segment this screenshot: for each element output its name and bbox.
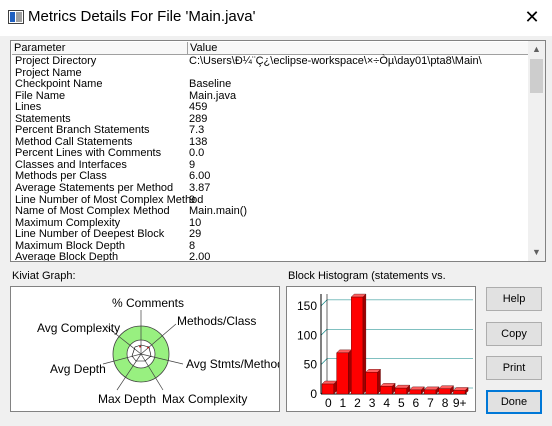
- table-row[interactable]: Name of Most Complex Method Main.main(): [12, 206, 529, 218]
- kiviat-graph: • • % Comments Methods/Class Avg Stmts/M…: [10, 286, 280, 412]
- table-row[interactable]: Project Directory C:\Users\Ð¼¨Ç¿\eclipse-…: [12, 55, 529, 68]
- table-row[interactable]: File Name Main.java: [12, 90, 529, 103]
- histogram-bar: [365, 372, 378, 395]
- grid-line: [320, 329, 328, 336]
- histogram-bar: [409, 389, 422, 395]
- kiviat-svg: • • % Comments Methods/Class Avg Stmts/M…: [37, 296, 279, 406]
- done-button[interactable]: Done: [486, 390, 542, 414]
- value-cell: 3.87: [189, 182, 211, 195]
- table-row[interactable]: Average Block Depth 2.00: [12, 251, 529, 262]
- y-tick-label: 100: [297, 328, 317, 342]
- kiviat-axis-label: Avg Complexity: [37, 321, 120, 335]
- parameter-cell: Average Block Depth: [15, 251, 119, 262]
- print-button[interactable]: Print: [486, 356, 542, 380]
- grid-line: [320, 299, 328, 307]
- bar-side: [348, 349, 352, 395]
- parameter-cell: Checkpoint Name: [15, 78, 103, 91]
- x-tick-label: 6: [413, 396, 420, 410]
- bar-side: [362, 293, 367, 395]
- histogram-bar: [453, 390, 466, 395]
- parameter-cell: Lines: [15, 101, 42, 114]
- x-tick-label: 7: [427, 396, 434, 410]
- value-cell: C:\Users\Ð¼¨Ç¿\eclipse-workspace\×÷Òµ\da…: [189, 55, 482, 67]
- svg-text:•: •: [139, 345, 141, 351]
- histogram-bar: [350, 296, 364, 395]
- svg-text:•: •: [147, 346, 149, 352]
- x-tick-label: 3: [369, 396, 376, 410]
- help-button[interactable]: Help: [486, 287, 542, 311]
- bar-side: [377, 368, 381, 395]
- value-cell: Main.main(): [189, 205, 248, 218]
- x-tick-label: 4: [383, 396, 390, 410]
- column-header-parameter[interactable]: Parameter: [12, 42, 188, 55]
- scroll-down-icon[interactable]: ▼: [528, 244, 545, 261]
- table-row[interactable]: Checkpoint Name Baseline: [12, 79, 529, 91]
- value-cell: 2.00: [189, 251, 211, 262]
- histogram-svg: 1501005000 1 2 3 4 5 6 7 8 9+: [297, 293, 473, 410]
- x-tick-label: 5: [398, 396, 405, 410]
- kiviat-axis-label: Avg Depth: [50, 362, 106, 376]
- histogram-label: Block Histogram (statements vs.: [288, 270, 446, 282]
- histogram-bar: [336, 352, 349, 395]
- y-tick-label: 150: [297, 299, 317, 313]
- y-tick-label: 50: [304, 358, 318, 372]
- histogram-bar: [380, 386, 393, 395]
- close-button[interactable]: ✕: [512, 0, 552, 34]
- x-tick-label: 0: [325, 396, 332, 410]
- copy-button[interactable]: Copy: [486, 322, 542, 346]
- value-cell: Baseline: [189, 78, 232, 91]
- metrics-table[interactable]: Parameter Value Project Directory C:\User…: [10, 40, 546, 262]
- grid-line: [320, 358, 328, 365]
- table-row[interactable]: Lines 459: [12, 102, 529, 114]
- scroll-thumb[interactable]: [530, 59, 543, 93]
- parameter-cell: Name of Most Complex Method: [15, 205, 170, 218]
- block-histogram: 150 100 50 0 0 1 2 3 4 5 6 7 8 9+: [286, 286, 476, 412]
- kiviat-axis-label: Methods/Class: [177, 314, 256, 328]
- y-tick-label: 0: [310, 387, 317, 401]
- histogram-bar: [321, 383, 334, 395]
- window-title: Metrics Details For File 'Main.java': [28, 8, 256, 25]
- x-tick-label: 2: [354, 396, 361, 410]
- table-header: Parameter Value: [12, 42, 529, 55]
- kiviat-label: Kiviat Graph:: [12, 270, 76, 282]
- title-bar: Metrics Details For File 'Main.java' ✕: [0, 0, 552, 36]
- column-header-value[interactable]: Value: [188, 42, 529, 55]
- parameter-cell: Project Directory: [15, 55, 97, 67]
- kiviat-axis-label: % Comments: [112, 296, 184, 310]
- x-tick-label: 8: [442, 396, 449, 410]
- parameter-cell: Average Statements per Method: [15, 182, 174, 195]
- table-row[interactable]: Average Statements per Method 3.87: [12, 182, 529, 195]
- scroll-up-icon[interactable]: ▲: [528, 41, 545, 58]
- x-tick-label: 9+: [453, 396, 467, 410]
- table-body: Project Directory C:\Users\Ð¼¨Ç¿\eclipse-…: [12, 55, 529, 262]
- app-icon: [8, 10, 24, 24]
- value-cell: 459: [189, 101, 208, 114]
- histogram-bar: [423, 389, 437, 395]
- kiviat-axis-label: Max Complexity: [162, 392, 247, 406]
- vertical-scrollbar[interactable]: ▲ ▼: [528, 41, 545, 261]
- kiviat-axis-label: Avg Stmts/Method: [186, 357, 279, 371]
- histogram-bar: [394, 387, 407, 395]
- kiviat-axis-label: Max Depth: [98, 392, 156, 406]
- x-tick-label: 1: [340, 396, 347, 410]
- histogram-bar: [438, 388, 451, 395]
